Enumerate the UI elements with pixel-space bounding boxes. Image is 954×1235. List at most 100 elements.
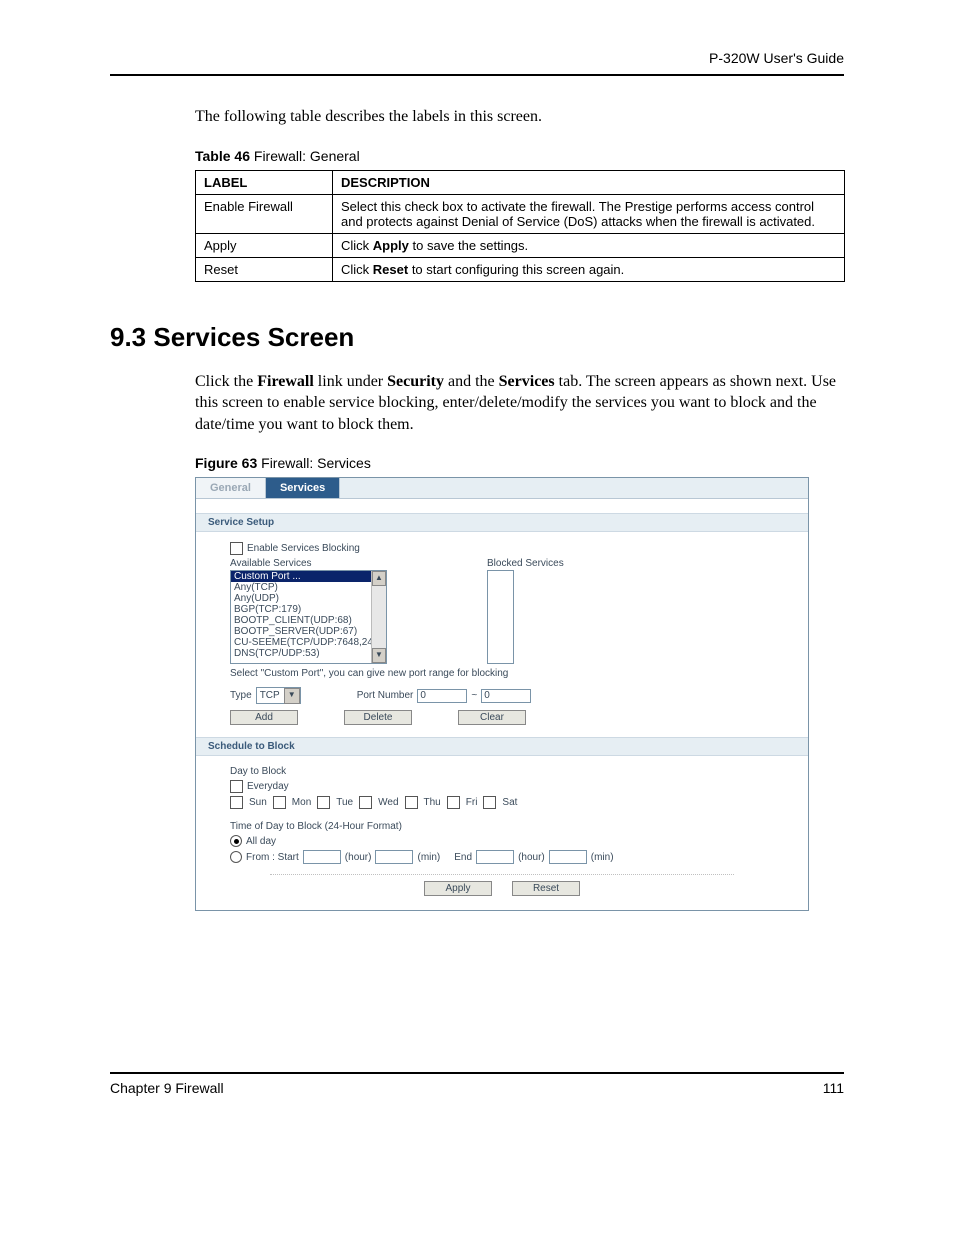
everyday-checkbox[interactable] [230, 780, 243, 793]
section-paragraph: Click the Firewall link under Security a… [195, 371, 844, 436]
figure-caption-title: Firewall: Services [257, 455, 371, 471]
all-day-label: All day [246, 836, 276, 847]
tue-checkbox[interactable] [317, 796, 330, 809]
table-caption-number: Table 46 [195, 148, 250, 164]
apply-button[interactable]: Apply [424, 881, 492, 896]
port-to-input[interactable]: 0 [481, 689, 531, 703]
sun-checkbox[interactable] [230, 796, 243, 809]
cell-desc: Click Reset to start configuring this sc… [333, 257, 845, 281]
cell-label: Enable Firewall [196, 194, 333, 233]
port-from-input[interactable]: 0 [417, 689, 467, 703]
list-item[interactable]: Any(TCP) [231, 582, 386, 593]
footer-page-number: 111 [823, 1080, 844, 1096]
start-hour-input[interactable] [303, 850, 341, 864]
text-bold: Firewall [257, 373, 314, 390]
firewall-services-screenshot: General Services Service Setup Enable Se… [195, 477, 809, 911]
clear-button[interactable]: Clear [458, 710, 526, 725]
time-of-day-label: Time of Day to Block (24-Hour Format) [230, 821, 794, 832]
text: Click [341, 238, 373, 253]
running-header: P-320W User's Guide [110, 50, 844, 76]
everyday-label: Everyday [247, 781, 289, 792]
table-caption: Table 46 Firewall: General [195, 148, 844, 164]
chevron-down-icon[interactable]: ▼ [284, 688, 300, 704]
table-row: Enable Firewall Select this check box to… [196, 194, 845, 233]
enable-blocking-checkbox[interactable] [230, 542, 243, 555]
start-min-input[interactable] [375, 850, 413, 864]
sat-label: Sat [502, 797, 517, 808]
service-setup-head: Service Setup [196, 513, 808, 532]
custom-port-note: Select "Custom Port", you can give new p… [230, 668, 794, 679]
scroll-down-icon[interactable]: ▼ [372, 648, 386, 663]
available-services-list[interactable]: Custom Port ... Any(TCP) Any(UDP) BGP(TC… [230, 570, 387, 664]
add-button[interactable]: Add [230, 710, 298, 725]
tue-label: Tue [336, 797, 353, 808]
sat-checkbox[interactable] [483, 796, 496, 809]
hour-label: (hour) [345, 852, 372, 863]
list-item[interactable]: CU-SEEME(TCP/UDP:7648,24032) [231, 637, 386, 648]
available-services-label: Available Services [230, 558, 387, 569]
tab-general[interactable]: General [196, 478, 266, 498]
text-bold: Apply [373, 238, 409, 253]
list-item[interactable]: BOOTP_SERVER(UDP:67) [231, 626, 386, 637]
fri-checkbox[interactable] [447, 796, 460, 809]
footer-chapter: Chapter 9 Firewall [110, 1080, 224, 1096]
min-label: (min) [417, 852, 440, 863]
scroll-up-icon[interactable]: ▲ [372, 571, 386, 586]
text: link under [314, 373, 387, 390]
blocked-services-label: Blocked Services [487, 558, 564, 569]
text: Click [341, 262, 373, 277]
list-item[interactable]: BOOTP_CLIENT(UDP:68) [231, 615, 386, 626]
cell-desc: Click Apply to save the settings. [333, 233, 845, 257]
enable-blocking-label: Enable Services Blocking [247, 543, 360, 554]
blocked-services-list[interactable] [487, 570, 514, 664]
text-bold: Reset [373, 262, 408, 277]
end-label: End [454, 852, 472, 863]
hour-label-2: (hour) [518, 852, 545, 863]
all-day-radio[interactable] [230, 835, 242, 847]
end-min-input[interactable] [549, 850, 587, 864]
table-row: Reset Click Reset to start configuring t… [196, 257, 845, 281]
from-label: From : Start [246, 852, 299, 863]
text: to start configuring this screen again. [408, 262, 624, 277]
day-to-block-label: Day to Block [230, 766, 794, 777]
table-caption-title: Firewall: General [250, 148, 360, 164]
thu-checkbox[interactable] [405, 796, 418, 809]
sun-label: Sun [249, 797, 267, 808]
wed-label: Wed [378, 797, 398, 808]
intro-paragraph: The following table describes the labels… [195, 106, 844, 128]
text-bold: Services [499, 373, 555, 390]
text: Click the [195, 373, 257, 390]
list-item[interactable]: Any(UDP) [231, 593, 386, 604]
cell-label: Reset [196, 257, 333, 281]
tab-bar: General Services [196, 478, 808, 499]
scrollbar[interactable]: ▲ ▼ [371, 571, 386, 663]
col-label: LABEL [196, 170, 333, 194]
section-heading: 9.3 Services Screen [110, 322, 844, 353]
type-value: TCP [260, 690, 280, 701]
cell-label: Apply [196, 233, 333, 257]
figure-caption: Figure 63 Firewall: Services [195, 455, 844, 471]
list-item[interactable]: DNS(TCP/UDP:53) [231, 648, 386, 659]
mon-checkbox[interactable] [273, 796, 286, 809]
col-description: DESCRIPTION [333, 170, 845, 194]
end-hour-input[interactable] [476, 850, 514, 864]
port-sep: ~ [471, 690, 477, 701]
list-item[interactable]: BGP(TCP:179) [231, 604, 386, 615]
figure-caption-number: Figure 63 [195, 455, 257, 471]
table-row: Apply Click Apply to save the settings. [196, 233, 845, 257]
list-item[interactable]: Custom Port ... [231, 571, 386, 582]
schedule-head: Schedule to Block [196, 737, 808, 756]
tab-services[interactable]: Services [266, 478, 340, 498]
type-label: Type [230, 690, 252, 701]
mon-label: Mon [292, 797, 311, 808]
fri-label: Fri [466, 797, 478, 808]
min-label-2: (min) [591, 852, 614, 863]
type-select[interactable]: TCP ▼ [256, 687, 301, 704]
from-radio[interactable] [230, 851, 242, 863]
page-footer: Chapter 9 Firewall 111 [110, 1072, 844, 1096]
delete-button[interactable]: Delete [344, 710, 412, 725]
cell-desc: Select this check box to activate the fi… [333, 194, 845, 233]
firewall-general-table: LABEL DESCRIPTION Enable Firewall Select… [195, 170, 845, 282]
wed-checkbox[interactable] [359, 796, 372, 809]
reset-button[interactable]: Reset [512, 881, 580, 896]
